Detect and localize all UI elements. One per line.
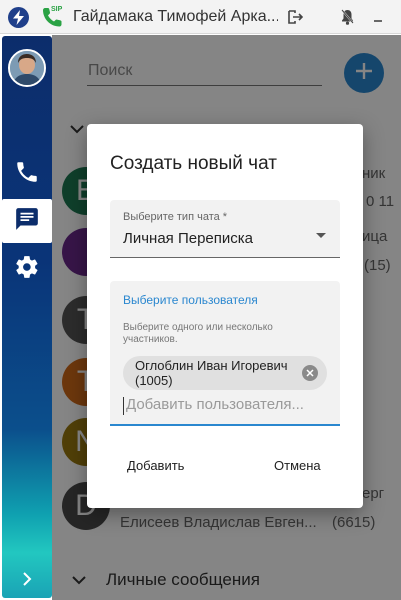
rail-item-chats[interactable] — [2, 199, 52, 243]
dropdown-arrow-icon — [315, 226, 327, 244]
phone-icon — [14, 159, 40, 190]
add-user-input[interactable] — [126, 396, 331, 413]
user-chip-label: Оглоблин Иван Игоревич (1005) — [135, 358, 288, 388]
text-cursor — [123, 397, 124, 415]
dialog-title: Создать новый чат — [110, 153, 277, 174]
chat-icon — [14, 206, 40, 237]
cancel-button[interactable]: Отмена — [258, 449, 337, 481]
chat-type-select[interactable]: Выберите тип чата * Личная Переписка — [110, 200, 340, 258]
rail-item-settings[interactable] — [2, 247, 52, 291]
chat-type-label: Выберите тип чата * — [123, 211, 228, 223]
add-button[interactable]: Добавить — [111, 449, 200, 481]
user-select-field[interactable]: Выберите пользователя Выберите одного ил… — [110, 281, 340, 426]
user-chip[interactable]: Оглоблин Иван Игоревич (1005) — [123, 356, 327, 390]
users-label: Выберите пользователя — [123, 293, 258, 307]
app-logo-icon — [8, 7, 29, 28]
chat-type-value: Личная Переписка — [123, 230, 253, 247]
logout-icon[interactable] — [286, 8, 304, 26]
navigation-rail — [2, 36, 52, 598]
avatar[interactable] — [8, 49, 46, 87]
remove-chip-icon[interactable] — [302, 365, 318, 381]
chevron-right-icon — [22, 571, 32, 591]
create-chat-dialog: Создать новый чат Выберите тип чата * Ли… — [87, 124, 363, 508]
window-title: Гайдамака Тимофей Арка... — [73, 8, 278, 25]
rail-item-phone[interactable] — [2, 152, 52, 196]
users-hint: Выберите одного или несколько участников… — [123, 322, 273, 345]
rail-expand-button[interactable] — [2, 564, 52, 598]
minimize-icon[interactable] — [369, 8, 387, 26]
bell-icon[interactable] — [338, 8, 356, 26]
title-bar: SIP Гайдамака Тимофей Арка... — [0, 0, 401, 34]
settings-icon — [14, 254, 40, 285]
sip-label: SIP — [51, 6, 63, 13]
